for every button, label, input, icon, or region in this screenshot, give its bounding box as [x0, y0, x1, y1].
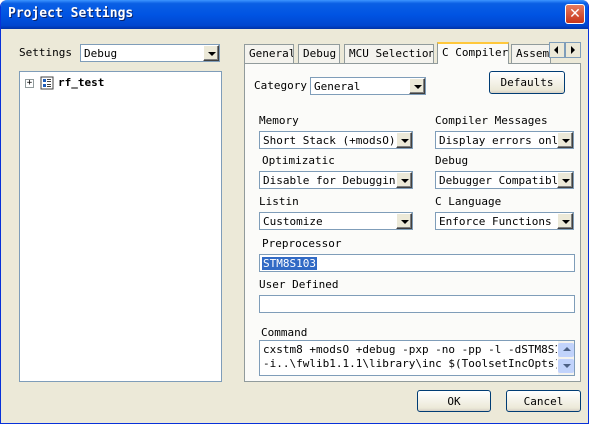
ok-button[interactable]: OK [417, 390, 491, 412]
chevron-down-icon[interactable] [557, 213, 573, 229]
tab-scroll-right-icon[interactable] [565, 42, 581, 58]
compiler-messages-dropdown[interactable]: Display errors only [435, 131, 574, 149]
tab-assembler[interactable]: Assemb [511, 44, 551, 63]
chevron-down-icon[interactable] [557, 132, 573, 148]
cancel-button[interactable]: Cancel [506, 390, 581, 412]
preprocessor-value: STM8S103 [262, 257, 317, 270]
command-text: cxstm8 +modsO +debug -pxp -no -pp -l -dS… [263, 343, 557, 371]
chevron-down-icon[interactable] [396, 172, 412, 188]
defaults-button[interactable]: Defaults [489, 71, 565, 94]
defaults-button-label: Defaults [500, 76, 554, 89]
command-line-1: cxstm8 +modsO +debug -pxp -no -pp -l -dS… [263, 343, 557, 356]
debug-dropdown[interactable]: Debugger Compatible [435, 171, 574, 189]
ok-button-label: OK [447, 395, 461, 408]
listing-dropdown[interactable]: Customize [259, 212, 413, 230]
listing-value: Customize [263, 215, 323, 228]
listing-label: Listin [259, 195, 299, 208]
user-defined-field[interactable] [259, 295, 575, 313]
tab-mcu-selection[interactable]: MCU Selection [344, 44, 434, 63]
title-bar[interactable]: Project Settings ✕ [1, 0, 588, 29]
cancel-button-label: Cancel [523, 395, 564, 408]
settings-label: Settings [19, 46, 72, 59]
chevron-down-icon[interactable] [396, 213, 412, 229]
project-tree[interactable]: + rf_test [19, 71, 222, 382]
chevron-down-icon[interactable] [557, 172, 573, 188]
project-icon [40, 76, 54, 90]
optimization-value: Disable for Debugging [263, 174, 396, 187]
command-line-2: -i..\fwlib1.1.1\library\inc $(ToolsetInc… [263, 357, 557, 370]
debug-label: Debug [435, 154, 469, 167]
category-label: Category [254, 79, 307, 92]
tab-c-compiler[interactable]: C Compiler [437, 42, 509, 64]
command-textarea[interactable]: cxstm8 +modsO +debug -pxp -no -pp -l -dS… [259, 340, 575, 376]
compiler-messages-value: Display errors only [439, 134, 557, 147]
category-dropdown[interactable]: General [310, 77, 426, 95]
dialog-title: Project Settings [8, 6, 134, 21]
chevron-down-icon[interactable] [203, 45, 219, 61]
scroll-up-icon[interactable] [558, 343, 574, 357]
tree-expander-icon[interactable]: + [25, 79, 34, 88]
preprocessor-label: Preprocessor [262, 237, 342, 250]
settings-value: Debug [84, 47, 118, 60]
tab-debug[interactable]: Debug [298, 44, 340, 63]
memory-value: Short Stack (+modsO) [263, 134, 396, 147]
command-scrollbar[interactable] [558, 341, 574, 375]
settings-dropdown[interactable]: Debug [80, 44, 220, 62]
tab-scroll-left-icon[interactable] [549, 42, 565, 58]
compiler-messages-label: Compiler Messages [435, 114, 548, 127]
tab-general[interactable]: General [244, 44, 294, 63]
close-button[interactable]: ✕ [565, 4, 585, 24]
tree-item-rf-test[interactable]: rf_test [58, 76, 104, 89]
close-icon: ✕ [569, 6, 581, 22]
chevron-down-icon[interactable] [409, 78, 425, 94]
chevron-down-icon[interactable] [396, 132, 412, 148]
preprocessor-field[interactable]: STM8S103 [259, 254, 575, 272]
c-language-label: C Language [435, 195, 502, 208]
project-settings-dialog: Project Settings ✕ Settings Debug + rf_t… [0, 0, 589, 424]
memory-dropdown[interactable]: Short Stack (+modsO) [259, 131, 413, 149]
c-language-dropdown[interactable]: Enforce Functions Pr [435, 212, 574, 230]
c-language-value: Enforce Functions Pr [439, 215, 557, 228]
debug-value: Debugger Compatible [439, 174, 557, 187]
scroll-down-icon[interactable] [558, 359, 574, 373]
optimization-label: Optimizatic [262, 154, 335, 167]
command-label: Command [261, 326, 308, 339]
category-value: General [314, 80, 361, 93]
memory-label: Memory [259, 114, 299, 127]
user-defined-label: User Defined [259, 278, 339, 291]
optimization-dropdown[interactable]: Disable for Debugging [259, 171, 413, 189]
